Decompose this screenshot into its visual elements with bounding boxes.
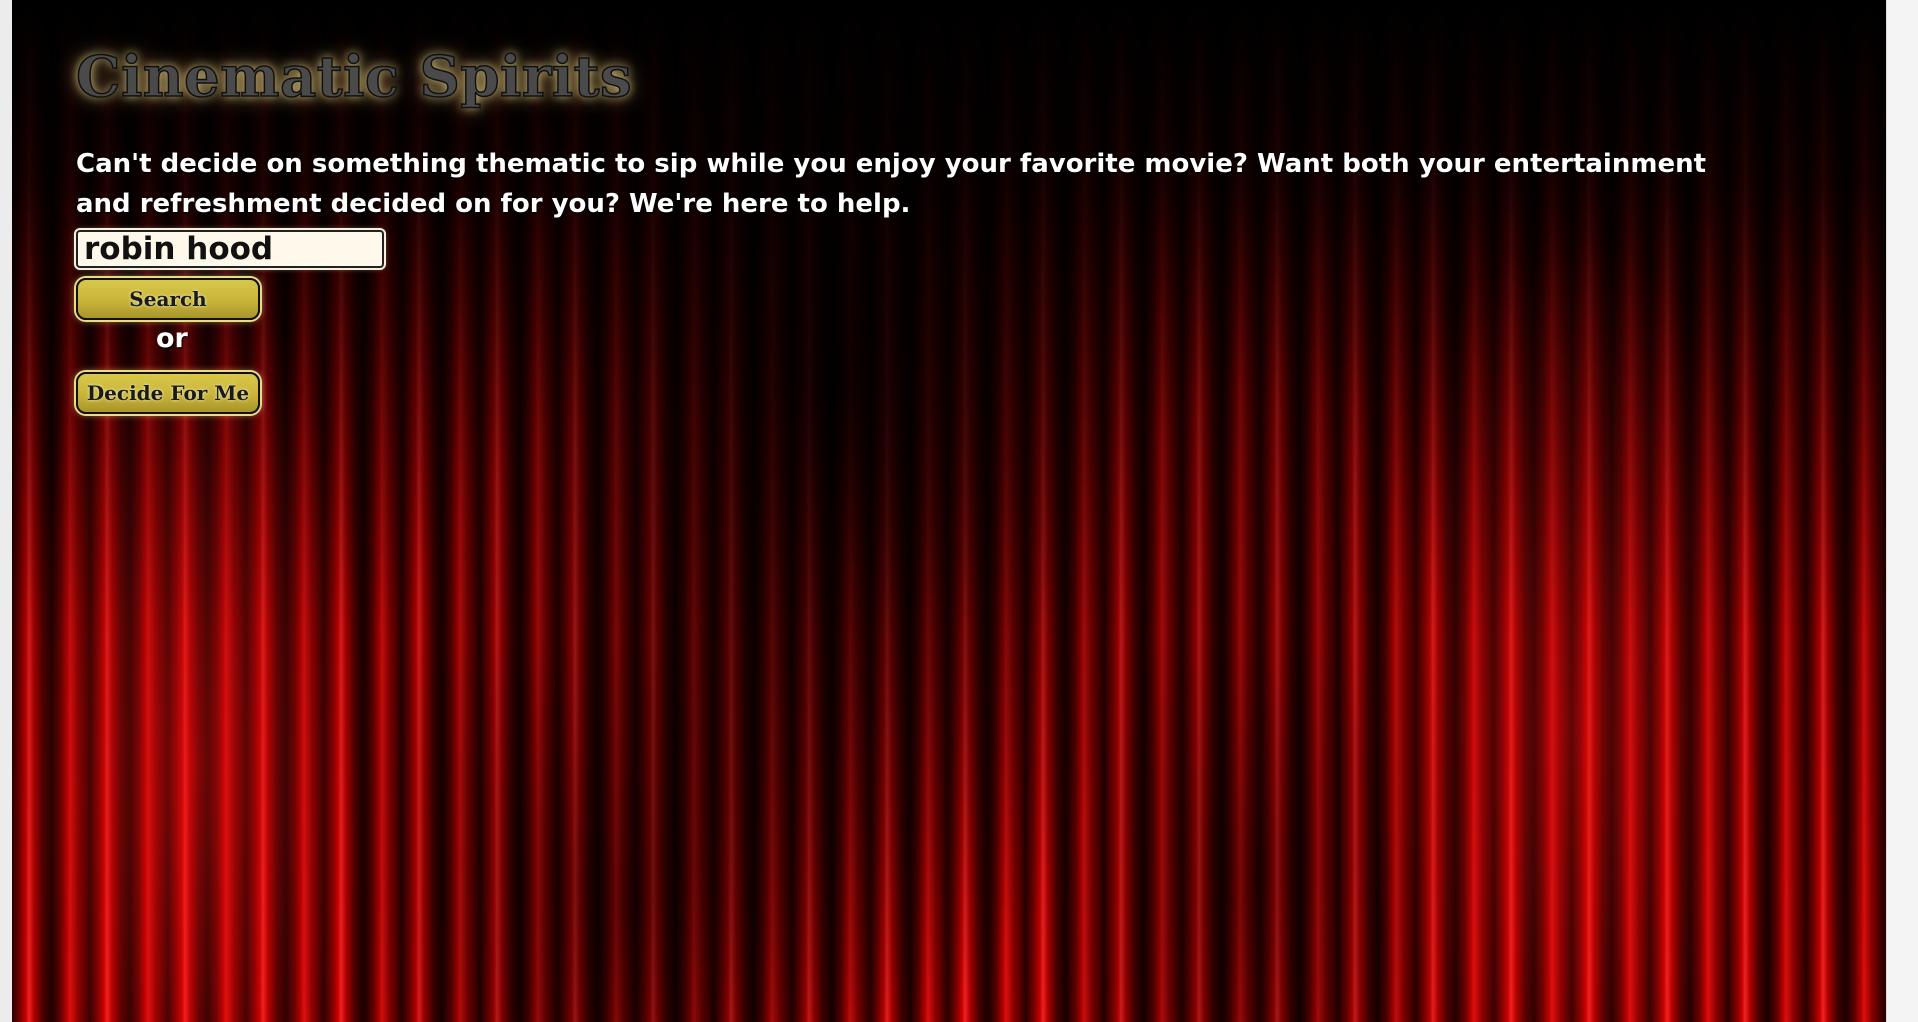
- window-left-edge: [0, 0, 12, 1022]
- decide-for-me-button[interactable]: Decide For Me: [76, 372, 260, 414]
- curtain-background: Cinematic Spirits Can't decide on someth…: [12, 0, 1887, 1022]
- search-input[interactable]: [74, 228, 386, 270]
- scrollbar[interactable]: [1886, 0, 1918, 1022]
- page-title: Cinematic Spirits: [75, 43, 633, 111]
- tagline: Can't decide on something thematic to si…: [76, 149, 1707, 219]
- search-button[interactable]: Search: [76, 278, 260, 320]
- main-content: Cinematic Spirits Can't decide on someth…: [74, 40, 1776, 414]
- or-separator: or: [156, 323, 188, 354]
